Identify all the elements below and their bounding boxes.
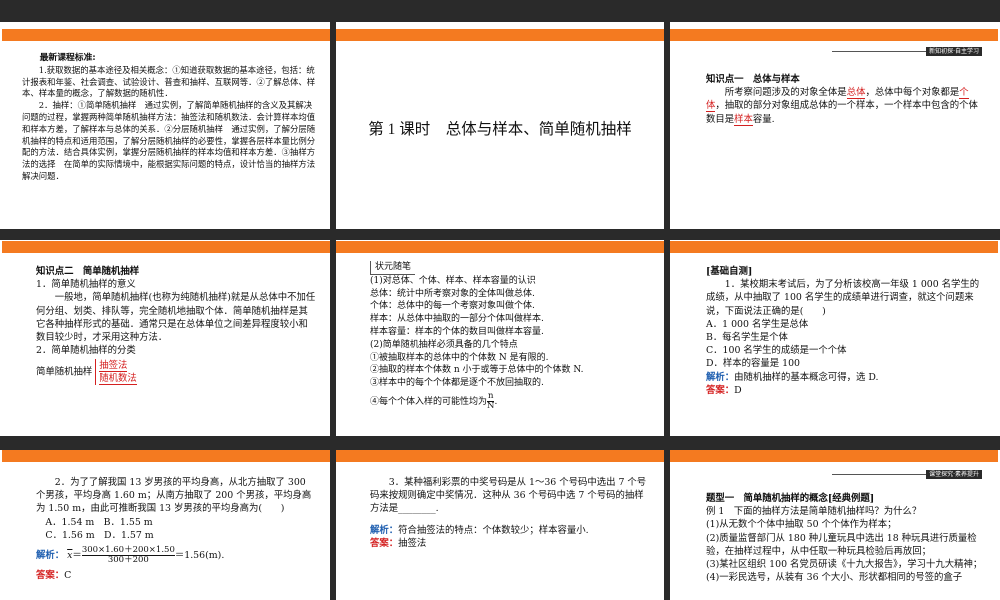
slide-notes[interactable]: 状元随笔 (1)对总体、个体、样本、样本容量的认识 总体：统计中所考察对象的全体… [336, 241, 664, 423]
mean-fraction: 300×1.60＋200×1.50 300＋200 [81, 545, 175, 566]
row-divider-1 [0, 229, 1000, 240]
explanation: 解析： x＝ 300×1.60＋200×1.50 300＋200 ＝1.56(m). [36, 545, 225, 566]
self-test-heading: [基础自测] [706, 266, 753, 277]
note-line: 样本：从总体中抽取的一部分个体叫做样本. [370, 314, 544, 325]
term-population: 总体 [846, 87, 866, 100]
note-line: ④每个个体入样的可能性均为 n N. [370, 390, 498, 411]
question-text: 3．某种福利彩票的中奖号码是从 1～36 个号码中选出 7 个号码来按规则确定中… [370, 477, 647, 515]
example-item-1: (1)从无数个个体中抽取 50 个个体作为样本； [706, 519, 897, 531]
section-banner: 新知初探·自主学习 [832, 47, 982, 56]
subheading-classification: 2．简单随机抽样的分类 [36, 345, 136, 357]
classification-brace: 简单随机抽样 抽签法 随机数法 [36, 359, 137, 386]
slide-header-bar [336, 29, 664, 41]
top-bar [0, 0, 1000, 22]
example-item-4: (4)一彩民选号，从装有 36 个大小、形状都相同的号签的盒子 [706, 572, 963, 584]
slide-header-bar [670, 29, 998, 41]
topic-heading: 题型一 简单随机抽样的概念[经典例题] [706, 493, 875, 504]
answer: 答案：D [706, 384, 742, 396]
slide-question-2[interactable]: 2．为了了解我国 13 岁男孩的平均身高，从北方抽取了 300 个男孩，平均身高… [2, 450, 330, 600]
slide-basic-self-test[interactable]: [基础自测] 1．某校期末考试后，为了分析该校高一年级 1 000 名学生的成绩… [670, 241, 998, 423]
slide-course-standards[interactable]: 最新课程标准: 1.获取数据的基本途径及相关概念：①知道获取数据的基本途径，包括… [2, 29, 330, 211]
course-standard-p1: 1.获取数据的基本途径及相关概念：①知道获取数据的基本途径，包括：统计报表和年鉴… [22, 64, 316, 99]
example-question: 例 1 下面的抽样方法是简单随机抽样吗？为什么？ [706, 506, 922, 518]
row-divider-2 [0, 436, 1000, 450]
note-title: 状元随笔 [370, 261, 416, 275]
answer: 答案：C [36, 570, 72, 582]
question-text: 1．某校期末考试后，为了分析该校高一年级 1 000 名学生的成绩，从中抽取了 … [706, 279, 980, 317]
method-random-number: 随机数法 [99, 373, 137, 386]
slide-header-bar [670, 450, 998, 462]
slide-knowledge-point-2[interactable]: 知识点二 简单随机抽样 1．简单随机抽样的意义 一般地，简单随机抽样(也称为纯随… [2, 241, 330, 423]
example-item-2: (2)质量监督部门从 180 种儿童玩具中选出 18 种玩具进行质量检验，在抽样… [706, 532, 977, 557]
slide-question-3[interactable]: 3．某种福利彩票的中奖号码是从 1～36 个号码中选出 7 个号码来按规则确定中… [336, 450, 664, 600]
options-ab: A．1.54 m B．1.55 m [45, 516, 153, 528]
note-line: ①被抽取样本的总体中的个体数 N 是有限的. [370, 352, 549, 363]
course-standard-heading: 最新课程标准: [39, 53, 96, 63]
note-line: 样本容量：样本的个体的数目叫做样本容量. [370, 326, 544, 337]
option-a: A．1 000 名学生是总体 [706, 318, 809, 330]
note-line: (2)简单随机抽样必须具备的几个特点 [370, 339, 518, 350]
slide-header-bar [336, 450, 664, 462]
slide-header-bar [670, 241, 998, 253]
answer: 答案：抽签法 [370, 537, 427, 549]
slide-title[interactable]: 第 1 课时 总体与样本、简单随机抽样 [336, 29, 664, 211]
option-b: B．每名学生是个体 [706, 332, 788, 344]
slide-header-bar [2, 241, 330, 253]
option-d: D．样本的容量是 100 [706, 358, 801, 370]
knowledge-heading: 知识点二 简单随机抽样 [36, 266, 140, 277]
example-item-3: (3)某社区组织 100 名党员研读《十九大报告》，学习十九大精神； [706, 559, 983, 571]
slide-header-bar [336, 241, 664, 253]
option-c: C．100 名学生的成绩是一个个体 [706, 345, 847, 357]
note-line: 总体：统计中所考察对象的全体叫做总体. [370, 288, 535, 299]
explanation: 解析：由随机抽样的基本概念可得，选 D. [706, 371, 879, 383]
lesson-title: 第 1 课时 总体与样本、简单随机抽样 [368, 121, 632, 138]
note-line: (1)对总体、个体、样本、样本容量的认识 [370, 275, 536, 286]
slide-knowledge-point-1[interactable]: 新知初探·自主学习 知识点一 总体与样本 所考察问题涉及的对象全体是总体，总体中… [670, 29, 998, 211]
banner-label: 课堂探究·素养提升 [926, 470, 982, 479]
slide-header-bar [2, 29, 330, 41]
options-cd: C．1.56 m D．1.57 m [45, 529, 154, 541]
knowledge-heading: 知识点一 总体与样本 [706, 74, 800, 85]
question-text: 2．为了了解我国 13 岁男孩的平均身高，从北方抽取了 300 个男孩，平均身高… [36, 477, 312, 515]
meaning-text: 一般地，简单随机抽样(也称为纯随机抽样)就是从总体中不加任何分组、划类、排队等，… [36, 292, 316, 344]
banner-label: 新知初探·自主学习 [926, 47, 982, 56]
note-line: ③样本中的每个个体都是逐个不放回抽取的. [370, 378, 544, 389]
knowledge-text: 所考察问题涉及的对象全体是总体，总体中每个对象都是个体，抽取的部分对象组成总体的… [706, 87, 978, 126]
note-line: 个体：总体中的每一个考察对象叫做个体. [370, 301, 535, 312]
slide-example-1[interactable]: 课堂探究·素养提升 题型一 简单随机抽样的概念[经典例题] 例 1 下面的抽样方… [670, 450, 998, 600]
explanation: 解析：符合抽签法的特点：个体数较少；样本容量小. [370, 524, 589, 536]
slide-header-bar [2, 450, 330, 462]
mean-symbol: x [67, 550, 73, 562]
subheading-meaning: 1．简单随机抽样的意义 [36, 279, 136, 291]
course-standard-p2: 2．抽样：①简单随机抽样 通过实例，了解简单随机抽样的含义及其解决问题的过程，掌… [22, 100, 316, 181]
section-banner: 课堂探究·素养提升 [832, 470, 982, 479]
note-line: ②抽取的样本个体数 n 小于或等于总体中的个体数 N. [370, 365, 584, 376]
term-sample: 样本 [734, 113, 753, 126]
method-lottery: 抽签法 [99, 360, 128, 373]
